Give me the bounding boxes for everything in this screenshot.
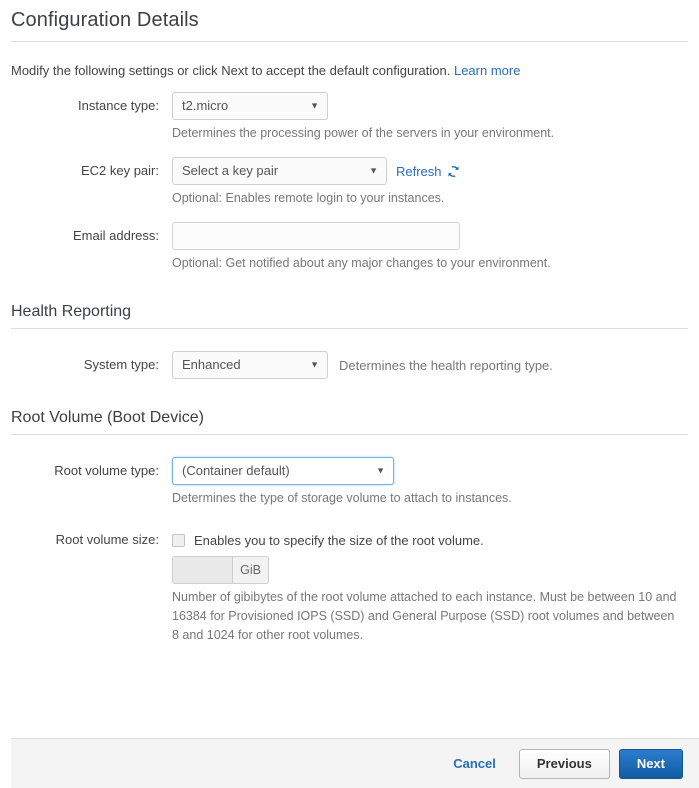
title-divider [11, 41, 688, 42]
root-volume-type-field: (Container default) ▼ Determines the typ… [172, 457, 699, 508]
system-type-label: System type: [83, 357, 159, 372]
health-reporting-heading: Health Reporting [11, 303, 132, 320]
system-type-row: System type: Enhanced ▼ Determines the h… [0, 351, 699, 379]
page-title: Configuration Details [11, 9, 199, 31]
root-volume-size-label: Root volume size: [55, 532, 159, 547]
instance-type-control-line: t2.micro ▼ [172, 92, 699, 120]
instance-type-field: t2.micro ▼ Determines the processing pow… [172, 92, 699, 143]
email-address-row: Email address: Optional: Get notified ab… [0, 222, 699, 273]
root-volume-type-help: Determines the type of storage volume to… [172, 491, 512, 505]
root-volume-size-checkbox[interactable] [172, 533, 185, 547]
instance-type-selected-value: t2.micro [182, 98, 229, 113]
system-type-control-line: Enhanced ▼ Determines the health reporti… [172, 351, 699, 379]
root-volume-divider [11, 434, 688, 435]
ec2-key-pair-control-line: Select a key pair ▼ Refresh [172, 157, 699, 185]
root-volume-size-checkbox-line: Enables you to specify the size of the r… [172, 526, 699, 554]
email-address-help: Optional: Get notified about any major c… [172, 256, 551, 270]
root-volume-size-field: Enables you to specify the size of the r… [172, 526, 699, 645]
root-volume-size-checkbox-label: Enables you to specify the size of the r… [194, 532, 484, 548]
instance-type-label: Instance type: [78, 98, 159, 113]
email-address-input[interactable] [172, 222, 460, 250]
system-type-select[interactable]: Enhanced ▼ [172, 351, 328, 379]
ec2-key-pair-select[interactable]: Select a key pair ▼ [172, 157, 387, 185]
root-volume-type-select[interactable]: (Container default) ▼ [172, 457, 394, 485]
cancel-button[interactable]: Cancel [447, 755, 502, 772]
system-type-selected-value: Enhanced [182, 357, 241, 372]
instance-type-select[interactable]: t2.micro ▼ [172, 92, 328, 120]
instance-type-row: Instance type: t2.micro ▼ Determines the… [0, 92, 699, 143]
email-address-field: Optional: Get notified about any major c… [172, 222, 699, 273]
chevron-down-icon: ▼ [369, 165, 378, 176]
next-button[interactable]: Next [618, 748, 683, 779]
root-volume-size-help: Number of gibibytes of the root volume a… [172, 590, 677, 642]
chevron-down-icon: ▼ [310, 100, 319, 111]
system-type-help: Determines the health reporting type. [339, 357, 553, 373]
learn-more-link[interactable]: Learn more [454, 63, 520, 78]
root-volume-size-input[interactable] [172, 556, 233, 584]
root-volume-type-selected-value: (Container default) [182, 463, 290, 478]
intro-text: Modify the following settings or click N… [11, 63, 699, 78]
root-volume-type-control-line: (Container default) ▼ [172, 457, 699, 485]
previous-button[interactable]: Previous [518, 748, 610, 779]
ec2-key-pair-help: Optional: Enables remote login to your i… [172, 191, 445, 205]
refresh-key-pairs-link[interactable]: Refresh [396, 164, 460, 179]
health-reporting-divider [11, 328, 688, 329]
email-address-label: Email address: [73, 228, 159, 243]
ec2-key-pair-field: Select a key pair ▼ Refresh Optional: En… [172, 157, 699, 208]
root-volume-size-row: Root volume size: Enables you to specify… [0, 526, 699, 645]
instance-type-help: Determines the processing power of the s… [172, 126, 555, 140]
chevron-down-icon: ▼ [376, 465, 385, 476]
refresh-label: Refresh [396, 163, 442, 179]
intro-label: Modify the following settings or click N… [11, 63, 451, 78]
email-address-control-line [172, 222, 699, 250]
ec2-key-pair-label: EC2 key pair: [80, 163, 159, 178]
root-volume-heading: Root Volume (Boot Device) [11, 409, 204, 426]
chevron-down-icon: ▼ [310, 359, 319, 370]
ec2-key-pair-row: EC2 key pair: Select a key pair ▼ Refres… [0, 157, 699, 208]
root-volume-size-unit: GiB [232, 556, 269, 584]
ec2-key-pair-selected-value: Select a key pair [182, 163, 279, 178]
footer-bar: Cancel Previous Next [11, 738, 699, 788]
root-volume-type-row: Root volume type: (Container default) ▼ … [0, 457, 699, 508]
root-volume-size-input-group: GiB [172, 556, 269, 584]
refresh-icon [447, 165, 460, 178]
system-type-field: Enhanced ▼ Determines the health reporti… [172, 351, 699, 379]
root-volume-type-label: Root volume type: [54, 463, 159, 478]
